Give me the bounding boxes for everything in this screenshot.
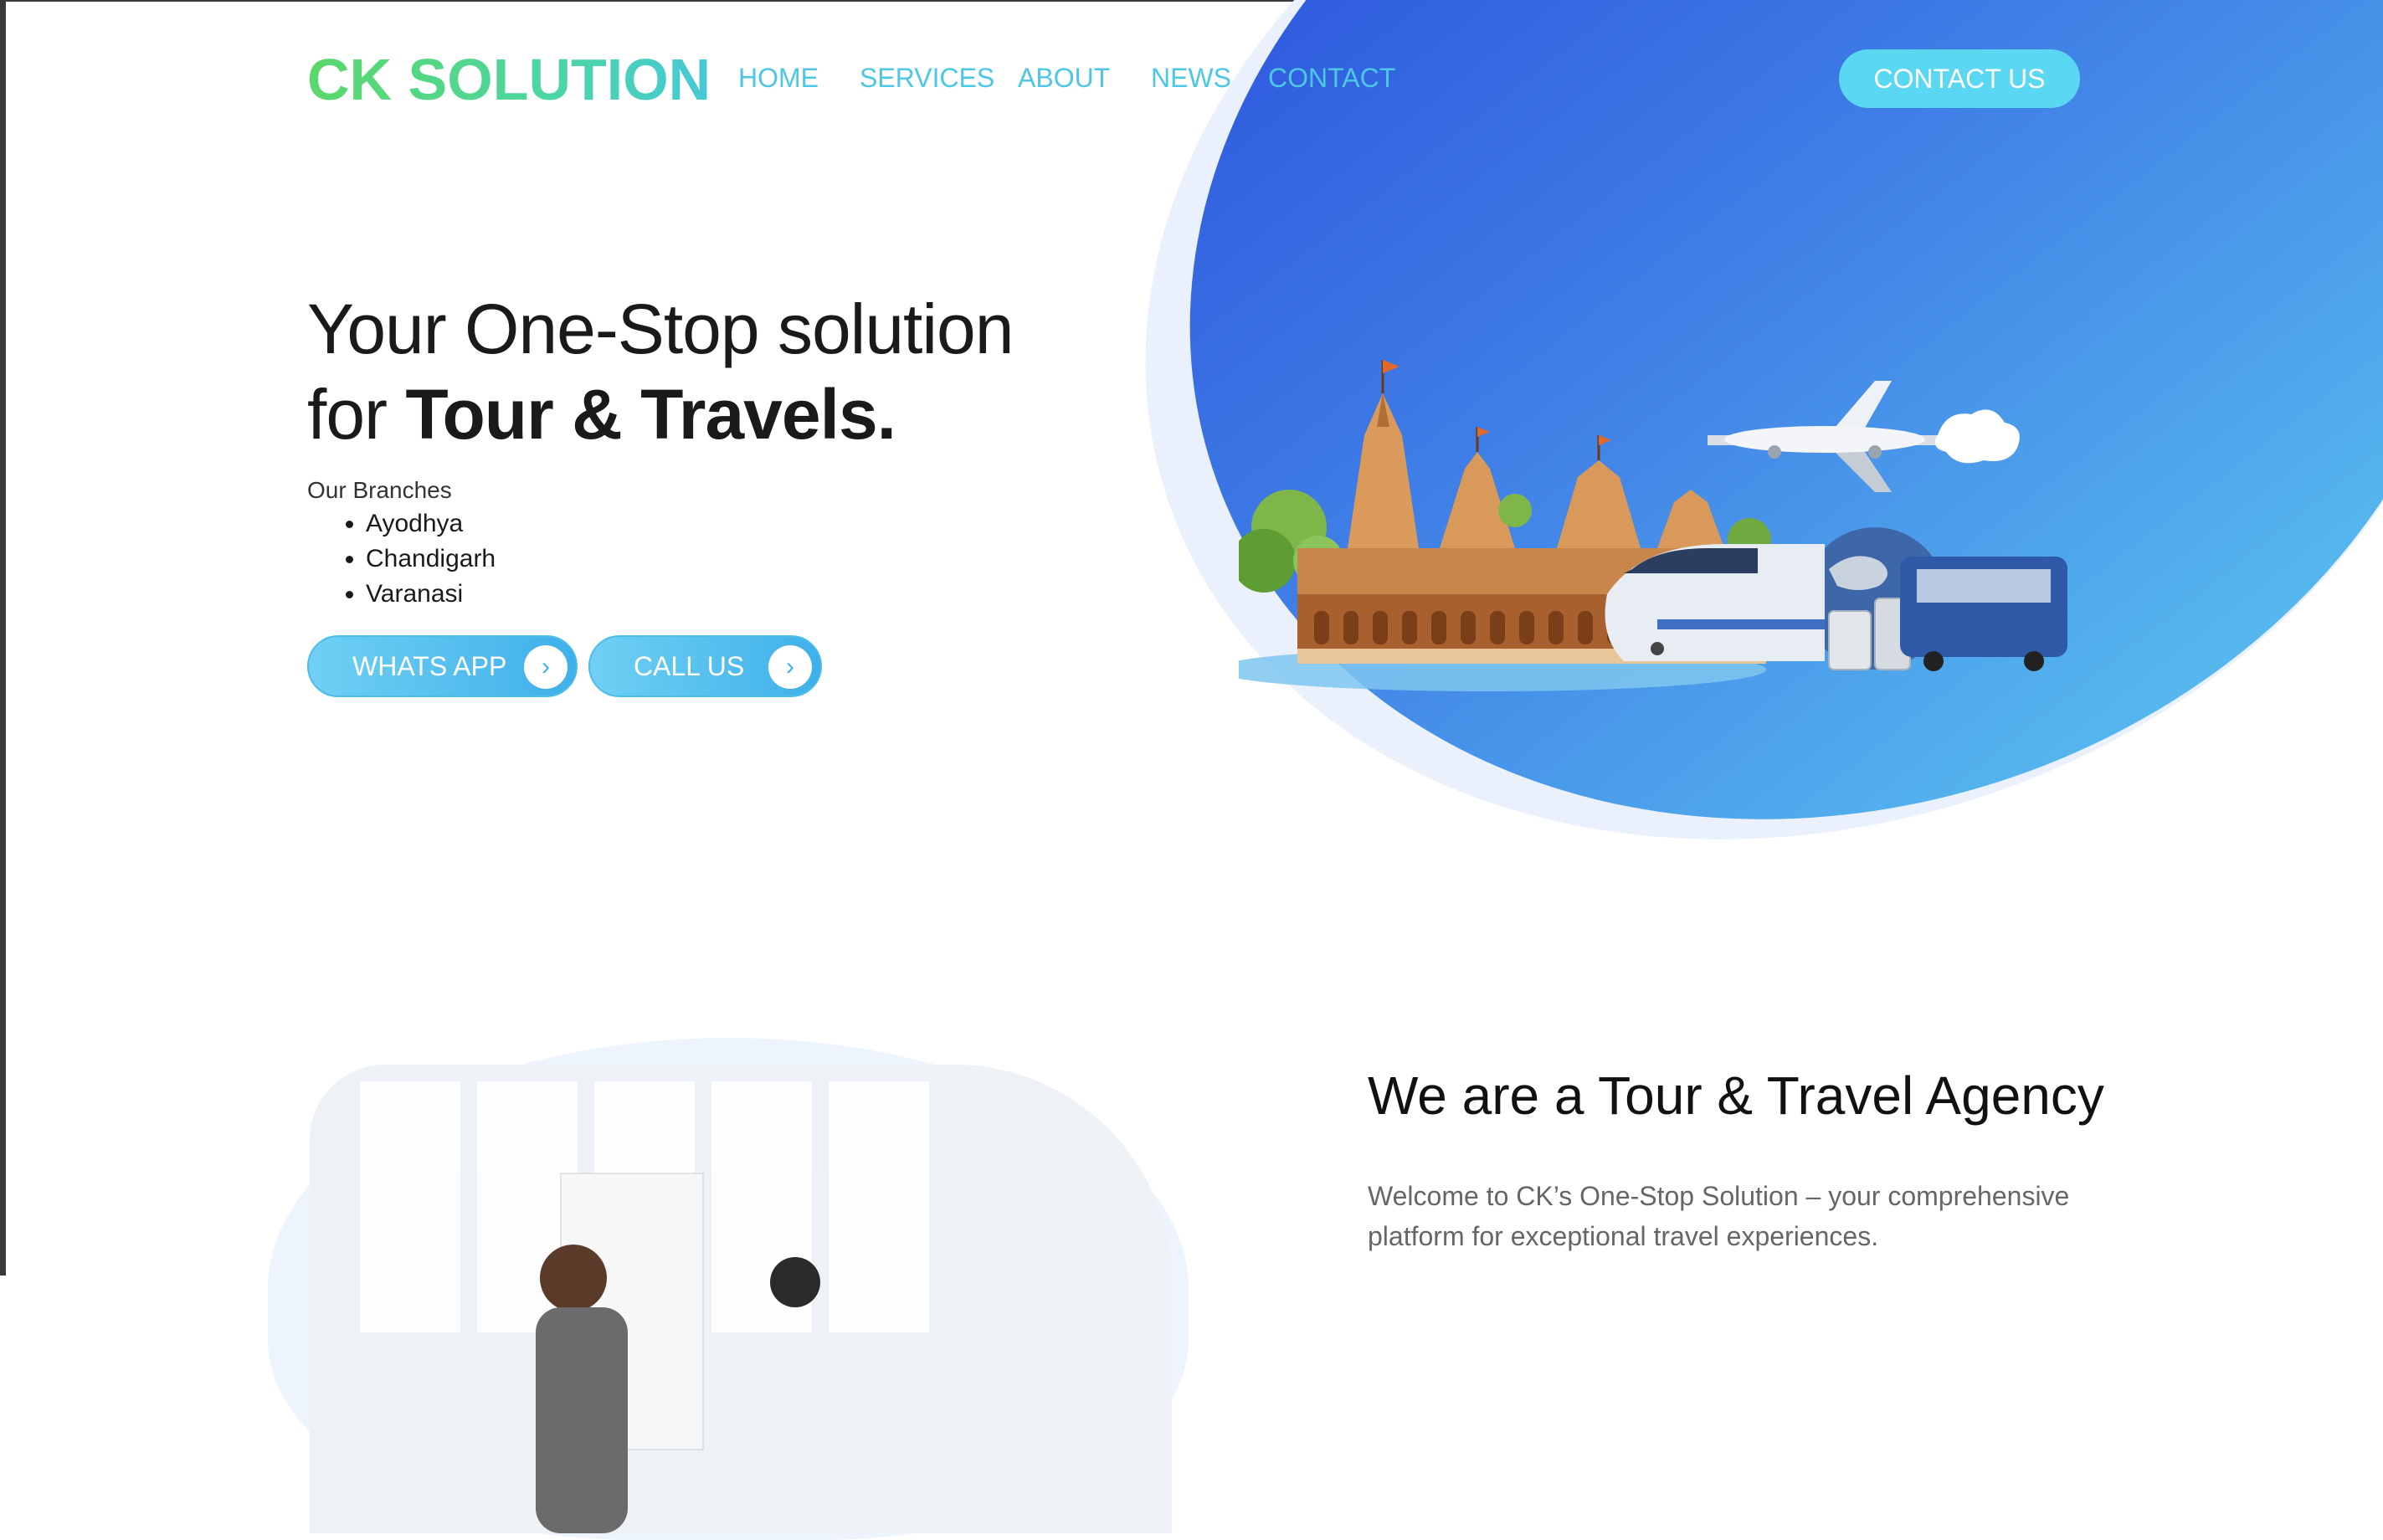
- whatsapp-button[interactable]: WHATS APP ›: [307, 635, 578, 697]
- about-photo: [310, 1065, 1172, 1533]
- tree-icon: [1498, 494, 1532, 527]
- branch-item: Varanasi: [366, 577, 496, 612]
- travel-illustration: [1239, 360, 2067, 691]
- office-photo-placeholder: [310, 1065, 1172, 1533]
- branch-item: Chandigarh: [366, 542, 496, 577]
- branch-list: Ayodhya Chandigarh Varanasi: [307, 506, 496, 612]
- cloud-icon: [1934, 409, 2020, 464]
- nav-contact[interactable]: CONTACT: [1268, 63, 1395, 94]
- nav-services[interactable]: SERVICES: [860, 63, 994, 94]
- hero-heading-line2: for Tour & Travels.: [307, 374, 896, 455]
- call-us-button-label: CALL US: [634, 650, 745, 681]
- plane-icon: [1708, 381, 1967, 492]
- about-title: We are a Tour & Travel Agency: [1368, 1065, 2104, 1126]
- whatsapp-button-label: WHATS APP: [352, 650, 507, 681]
- chevron-right-icon: ›: [768, 645, 812, 689]
- chevron-right-icon: ›: [524, 645, 568, 689]
- bus-icon: [1900, 557, 2067, 671]
- branches-title: Our Branches: [307, 477, 452, 503]
- nav-about[interactable]: ABOUT: [1018, 63, 1110, 94]
- nav-home[interactable]: HOME: [738, 63, 819, 94]
- hero-heading-bold: Tour & Travels.: [405, 375, 896, 454]
- nav-news[interactable]: NEWS: [1151, 63, 1231, 94]
- window-frame-left: [0, 0, 6, 1276]
- contact-us-button[interactable]: CONTACT US: [1839, 49, 2080, 108]
- branch-item: Ayodhya: [366, 506, 496, 542]
- about-text: Welcome to CK’s One-Stop Solution – your…: [1368, 1181, 2070, 1251]
- hero-heading-line1: Your One-Stop solution: [307, 290, 1014, 368]
- call-us-button[interactable]: CALL US ›: [588, 635, 822, 697]
- hero-heading-prefix: for: [307, 375, 406, 454]
- site-logo[interactable]: CK SOLUTION: [307, 46, 711, 113]
